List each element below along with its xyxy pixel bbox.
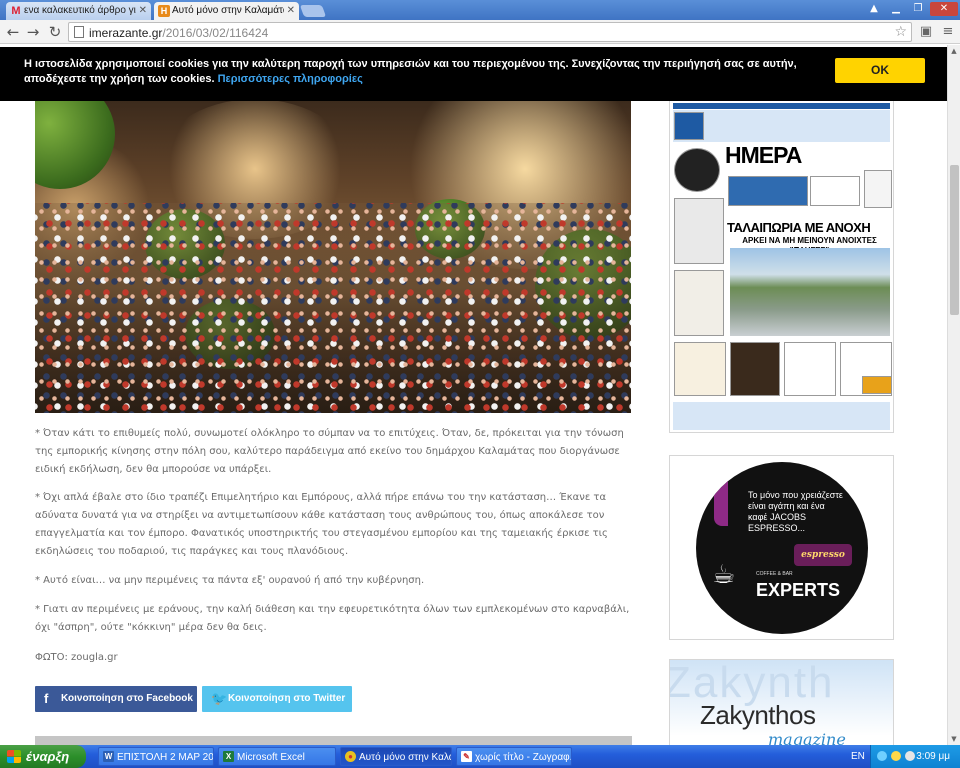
imerazante-icon: H [158,5,170,17]
network-icon[interactable] [877,751,887,761]
new-tab-button[interactable] [299,5,327,17]
excel-icon: X [223,751,234,762]
content-divider [35,736,632,745]
article-paragraph-4: * Γιατι αν περιμένεις με εράνους, την κα… [35,604,630,633]
tray-icon[interactable] [905,751,915,761]
taskbar-item-chrome[interactable]: ● Αυτό μόνο στην Καλα... [340,747,452,766]
browser-toolbar: ← → ↻ imerazante.gr/2016/03/02/116424 ☆ … [0,20,960,44]
taskbar-item-word[interactable]: W ΕΠΙΣΤΟΛΗ 2 ΜΑΡ 20... [98,747,214,766]
experts-logo: EXPERTS [756,580,841,600]
share-twitter-label: Κοινοποίηση στο Twitter [228,693,346,704]
cookie-text: Η ιστοσελίδα χρησιμοποιεί cookies για τη… [24,58,797,85]
back-icon[interactable]: ← [4,23,22,41]
coffee-cup-icon: ☕ [712,560,736,590]
taskbar-item-paint[interactable]: ✎ χωρίς τίτλο - Ζωγραφ... [456,747,572,766]
page-viewport: * Όταν κάτι το επιθυμείς πολύ, συνωμοτεί… [0,45,947,745]
reload-icon[interactable]: ↻ [46,23,64,41]
volume-icon[interactable] [891,751,901,761]
tab-gmail[interactable]: M ενα καλακευτικό άρθρο για τ ✕ [6,2,151,20]
quote-mark-icon [714,480,728,526]
article-paragraph-3: * Αυτό είναι… να μην περιμένεις τα πάντα… [35,575,425,586]
share-facebook-button[interactable]: f Κοινοποίηση στο Facebook [35,686,197,712]
tab-title: Αυτό μόνο στην Καλαμάτα... [172,5,284,16]
newspaper-photo [730,248,890,336]
url-text[interactable]: imerazante.gr/2016/03/02/116424 [89,25,268,41]
newspaper-ad[interactable]: ΗΜΕΡΑ ΤΑΛΑΙΠΩΡΙΑ ΜΕ ΑΝΟΧΗ ΑΡΚΕΙ ΝΑ ΜΗ ΜΕ… [669,99,894,433]
word-icon: W [103,751,114,762]
scroll-down-icon[interactable]: ▼ [948,733,960,745]
gmail-icon: M [11,5,21,17]
magazine-title: Zakynthos [700,700,816,730]
coffee-ad-text: Το μόνο που χρειάζεστε είναι αγάπη και έ… [748,490,843,533]
menu-icon[interactable]: ≡ [940,23,956,41]
paint-icon: ✎ [461,751,472,762]
share-twitter-button[interactable]: 🐦 Κοινοποίηση στο Twitter [202,686,352,712]
scrollbar-thumb[interactable] [950,165,959,315]
photo-credit: ΦΩΤΟ: zougla.gr [35,652,118,663]
zakynthos-magazine-ad[interactable]: Zakynth Zakynthos magazine [669,659,894,745]
window-close-button[interactable]: ✕ [930,2,958,16]
share-facebook-label: Κοινοποίηση στο Facebook [61,693,193,704]
system-tray: 3:09 μμ [870,745,960,768]
brand-tagline: COFFEE & BAR [756,571,793,577]
taskbar-item-excel[interactable]: X Microsoft Excel [218,747,336,766]
extension-icon[interactable]: ▣ [918,23,934,41]
vertical-scrollbar[interactable]: ▲ ▼ [947,45,960,745]
twitter-icon: 🐦 [211,691,228,706]
bookmark-star-icon[interactable]: ☆ [894,24,907,40]
magazine-subtitle: magazine [768,730,846,745]
maximize-button[interactable]: ❐ [908,2,928,16]
jacobs-logo: espresso [794,544,852,566]
close-tab-icon[interactable]: ✕ [139,2,147,20]
forward-icon[interactable]: → [24,23,42,41]
start-label: έναρξη [26,749,70,764]
article-paragraph-1: * Όταν κάτι το επιθυμείς πολύ, συνωμοτεί… [35,428,624,475]
newspaper-masthead: ΗΜΕΡΑ [725,142,802,168]
newspaper-headline: ΤΑΛΑΙΠΩΡΙΑ ΜΕ ΑΝΟΧΗ [727,220,871,235]
windows-logo-icon [7,750,21,763]
taskbar: έναρξη W ΕΠΙΣΤΟΛΗ 2 ΜΑΡ 20... X Microsof… [0,745,960,768]
minimize-button[interactable]: ▁ [886,2,906,16]
start-button[interactable]: έναρξη [0,745,86,768]
more-info-link[interactable]: Περισσότερες πληροφορίες [218,73,363,85]
cookie-banner: Η ιστοσελίδα χρησιμοποιεί cookies για τη… [0,47,947,101]
cookie-ok-button[interactable]: OK [835,58,925,83]
article-paragraph-2: * Όχι απλά έβαλε στο ίδιο τραπέζι Επιμελ… [35,492,608,557]
scroll-up-icon[interactable]: ▲ [948,45,960,57]
article-photo [35,99,631,413]
chrome-icon: ● [345,751,356,762]
tab-title: ενα καλακευτικό άρθρο για τ [24,5,136,16]
coffee-experts-ad[interactable]: Το μόνο που χρειάζεστε είναι αγάπη και έ… [669,455,894,640]
close-tab-icon[interactable]: ✕ [287,2,295,20]
tab-strip: M ενα καλακευτικό άρθρο για τ ✕ H Αυτό μ… [0,0,960,20]
tab-imerazante[interactable]: H Αυτό μόνο στην Καλαμάτα... ✕ [154,2,299,20]
page-icon [74,26,84,38]
clock: 3:09 μμ [916,751,950,762]
address-bar[interactable]: imerazante.gr/2016/03/02/116424 ☆ [68,22,912,42]
language-indicator[interactable]: EN [851,745,865,768]
facebook-icon: f [44,691,49,706]
user-icon[interactable]: ▲ [866,2,882,16]
